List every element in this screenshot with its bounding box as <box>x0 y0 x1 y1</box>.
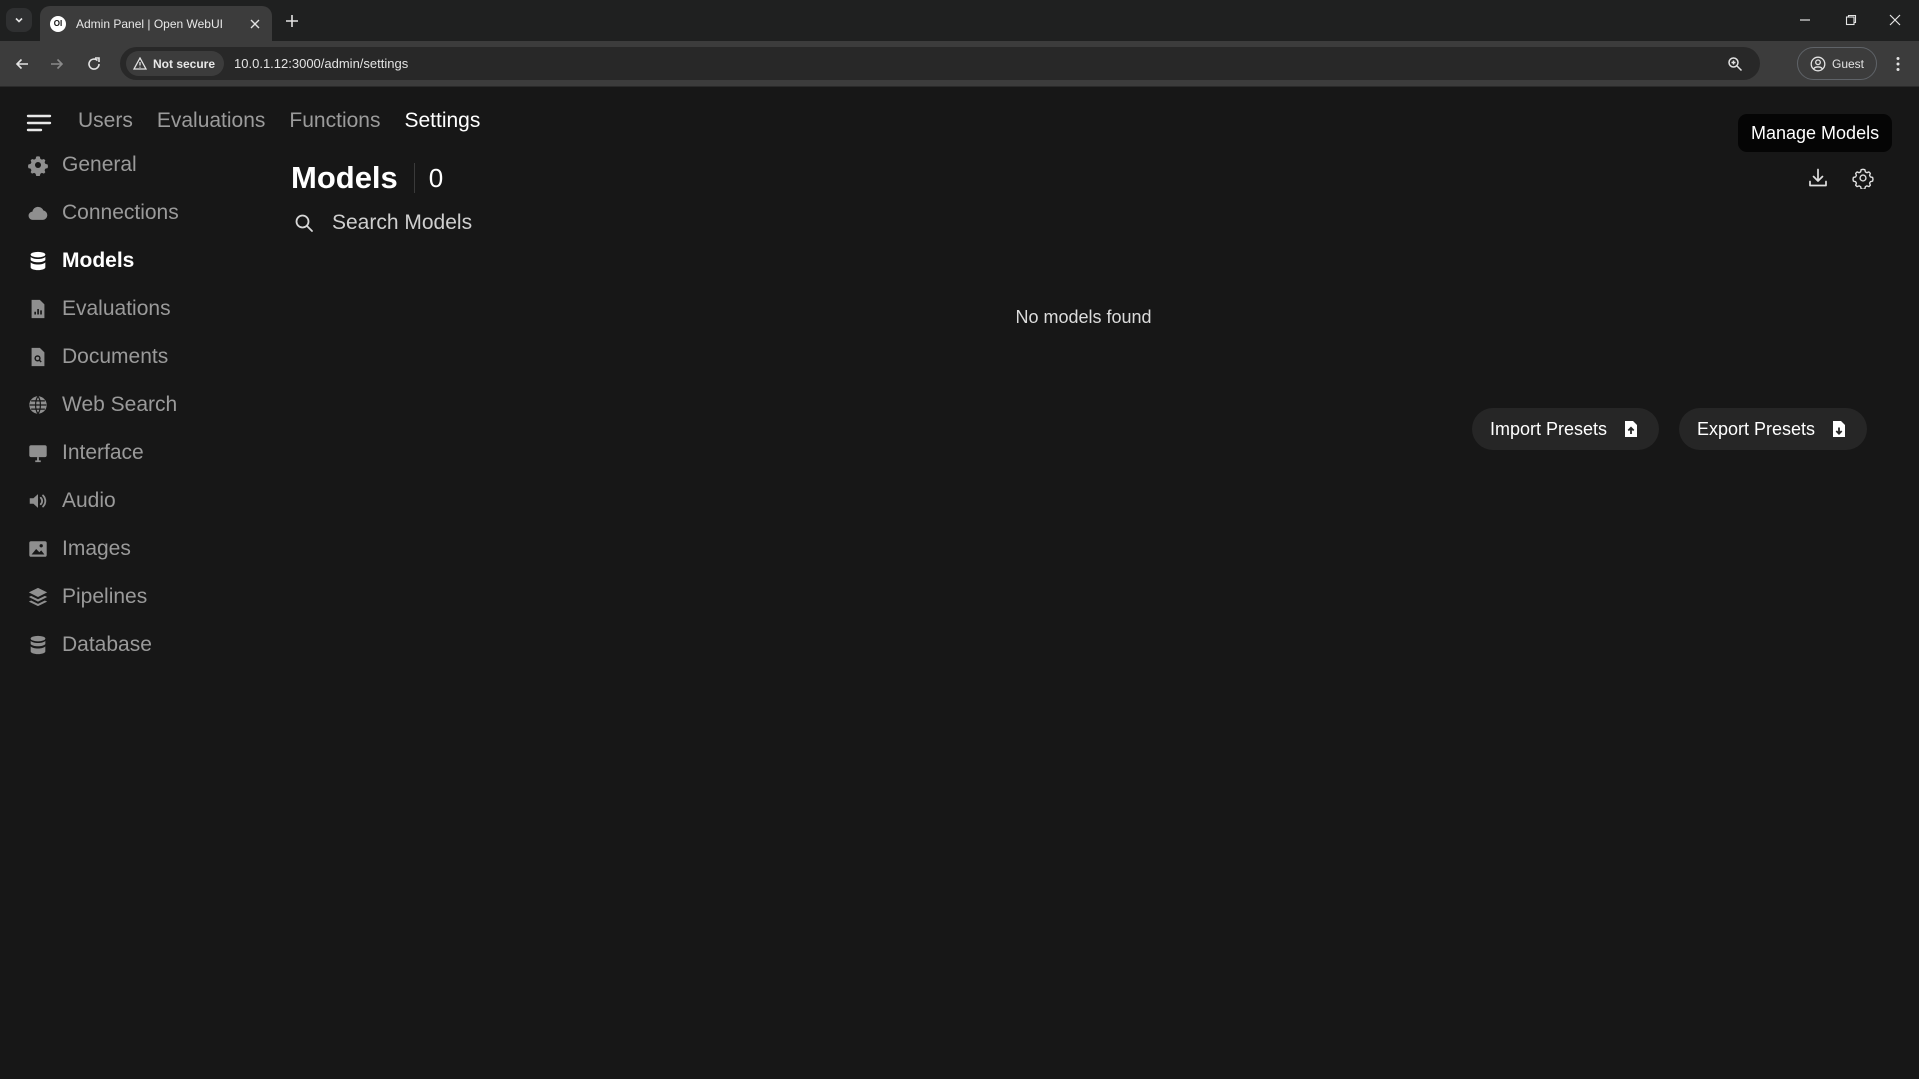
browser-tab-bar: OI Admin Panel | Open WebUI <box>0 0 1919 41</box>
more-vertical-icon <box>1896 57 1900 71</box>
tab-functions[interactable]: Functions <box>289 109 380 133</box>
sidebar-item-label: Audio <box>62 489 116 512</box>
sidebar-item-label: Web Search <box>62 393 178 416</box>
tab-settings[interactable]: Settings <box>404 109 480 133</box>
import-presets-button[interactable]: Import Presets <box>1472 408 1660 450</box>
sidebar-item-images[interactable]: Images <box>27 525 247 573</box>
sidebar-item-connections[interactable]: Connections <box>27 189 247 237</box>
header-divider <box>413 163 415 193</box>
arrow-right-icon <box>51 58 64 70</box>
file-upload-icon <box>1625 421 1638 437</box>
zoom-icon <box>1728 57 1743 72</box>
database-icon <box>30 251 46 271</box>
download-icon <box>1809 168 1827 187</box>
sidebar-item-label: Evaluations <box>62 297 171 320</box>
layers-icon <box>28 587 48 607</box>
sidebar-item-web-search[interactable]: Web Search <box>27 381 247 429</box>
back-button[interactable] <box>10 52 34 76</box>
models-header: Models 0 <box>291 160 443 196</box>
globe-icon <box>29 395 47 415</box>
image-icon <box>29 541 47 557</box>
sidebar-item-audio[interactable]: Audio <box>27 477 247 525</box>
sidebar-item-interface[interactable]: Interface <box>27 429 247 477</box>
document-chart-icon <box>31 299 45 319</box>
sidebar-item-label: Models <box>62 249 135 272</box>
zoom-button[interactable] <box>1724 53 1746 75</box>
menu-icon <box>26 114 52 132</box>
models-settings-button[interactable] <box>1850 165 1876 191</box>
minimize-button[interactable] <box>1783 6 1827 34</box>
restore-icon <box>1845 14 1857 26</box>
manage-models-button[interactable] <box>1805 165 1831 191</box>
tab-users[interactable]: Users <box>78 109 133 133</box>
close-icon <box>1889 14 1901 26</box>
chevron-down-icon <box>15 17 23 23</box>
tab-evaluations[interactable]: Evaluations <box>157 109 266 133</box>
admin-top-tabs: Users Evaluations Functions Settings <box>78 109 480 133</box>
empty-state-message: No models found <box>1015 307 1152 327</box>
tab-search-button[interactable] <box>6 8 32 32</box>
sidebar-item-label: General <box>62 153 137 176</box>
address-bar[interactable]: Not secure 10.0.1.12:3000/admin/settings <box>120 47 1760 80</box>
tab-title: Admin Panel | Open WebUI <box>76 16 223 31</box>
profile-label: Guest <box>1831 56 1864 71</box>
sidebar-item-label: Database <box>62 633 152 656</box>
import-presets-label: Import Presets <box>1490 418 1608 439</box>
url-text: 10.0.1.12:3000/admin/settings <box>234 56 409 71</box>
browser-menu-button[interactable] <box>1886 52 1910 76</box>
file-download-icon <box>1833 421 1846 437</box>
browser-tab[interactable]: OI Admin Panel | Open WebUI <box>40 6 272 41</box>
new-tab-button[interactable] <box>280 9 304 33</box>
sidebar-toggle-button[interactable] <box>26 113 52 133</box>
search-bar <box>294 211 732 235</box>
admin-panel: Users Evaluations Functions Settings Gen… <box>0 87 1919 1079</box>
sidebar-item-label: Pipelines <box>62 585 148 608</box>
minimize-icon <box>1800 19 1810 21</box>
sidebar-item-documents[interactable]: Documents <box>27 333 247 381</box>
sidebar-item-evaluations[interactable]: Evaluations <box>27 285 247 333</box>
database-icon <box>30 635 46 655</box>
search-input[interactable] <box>332 211 732 235</box>
sidebar-item-general[interactable]: General <box>27 141 247 189</box>
warning-icon <box>133 57 147 70</box>
tab-close-button[interactable] <box>246 15 264 33</box>
gear-icon <box>28 156 48 176</box>
close-icon <box>250 19 260 29</box>
restore-button[interactable] <box>1829 6 1873 34</box>
monitor-icon <box>29 445 47 463</box>
sidebar-item-label: Connections <box>62 201 179 224</box>
speaker-icon <box>29 494 47 508</box>
user-circle-icon <box>1810 56 1826 71</box>
models-count: 0 <box>428 162 444 193</box>
arrow-left-icon <box>15 58 28 70</box>
cloud-icon <box>28 206 48 220</box>
open-webui-favicon-icon: OI <box>50 15 66 32</box>
security-label: Not secure <box>153 56 216 71</box>
sidebar-item-pipelines[interactable]: Pipelines <box>27 573 247 621</box>
settings-sidebar: General Connections Models Evaluations D… <box>27 141 247 669</box>
page-title: Models <box>291 160 398 195</box>
gear-icon <box>1852 168 1874 189</box>
document-search-icon <box>31 347 45 367</box>
manage-models-tooltip: Manage Models <box>1738 114 1893 152</box>
sidebar-item-label: Interface <box>62 441 144 464</box>
export-presets-label: Export Presets <box>1697 418 1816 439</box>
sidebar-item-label: Documents <box>62 345 169 368</box>
forward-button[interactable] <box>45 52 69 76</box>
plus-icon <box>286 15 298 27</box>
security-indicator[interactable]: Not secure <box>126 51 225 76</box>
reload-icon <box>88 57 100 70</box>
sidebar-item-database[interactable]: Database <box>27 621 247 669</box>
close-window-button[interactable] <box>1873 6 1917 34</box>
sidebar-item-models[interactable]: Models <box>27 237 247 285</box>
profile-button[interactable]: Guest <box>1797 47 1877 80</box>
browser-toolbar: Not secure 10.0.1.12:3000/admin/settings… <box>0 41 1919 87</box>
export-presets-button[interactable]: Export Presets <box>1679 408 1868 450</box>
sidebar-item-label: Images <box>62 537 131 560</box>
search-icon <box>295 214 313 232</box>
reload-button[interactable] <box>82 52 106 76</box>
